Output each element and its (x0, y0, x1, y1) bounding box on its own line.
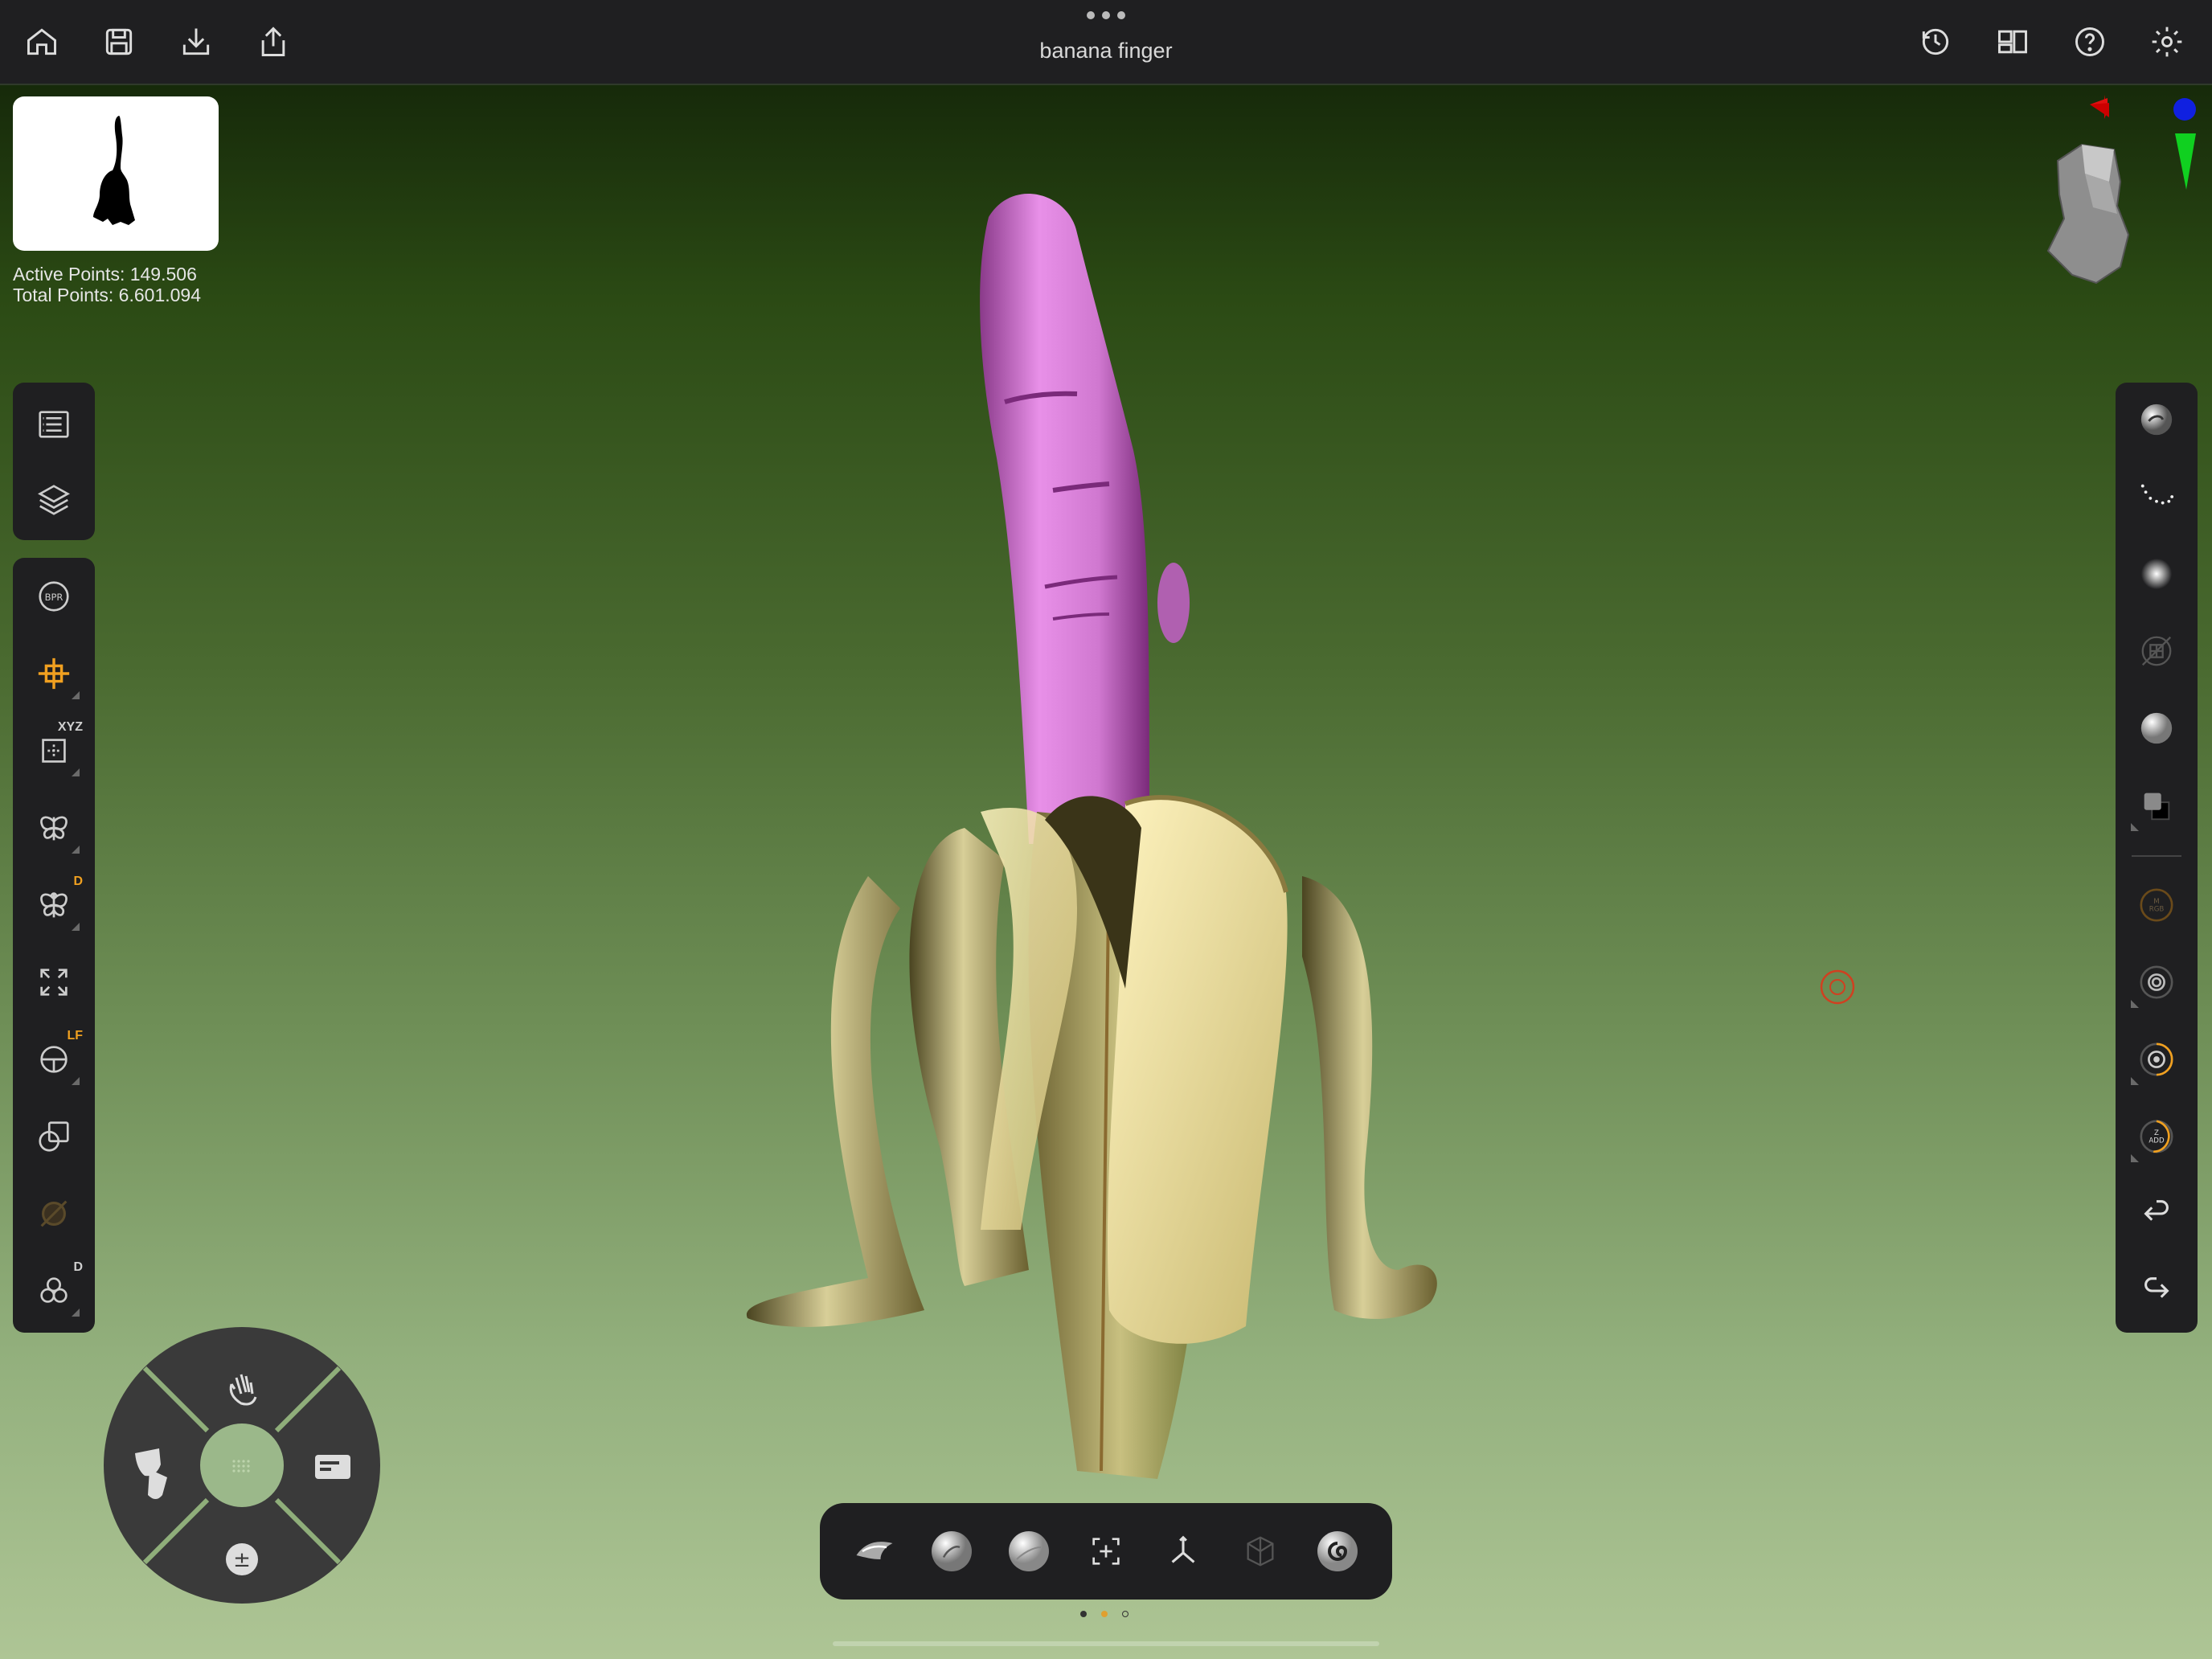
active-points: Active Points: 149.506 (13, 264, 197, 285)
m-rgb-icon[interactable]: M RGB (2124, 873, 2189, 937)
history-icon[interactable] (1911, 18, 1960, 66)
gizmo-icon[interactable] (22, 641, 86, 706)
menu-icon[interactable] (315, 1455, 350, 1479)
frame-badge: XYZ (57, 720, 83, 734)
save-icon[interactable] (95, 18, 143, 66)
home-icon[interactable] (18, 18, 66, 66)
left-panel-main: BPR XYZ D LF D (13, 558, 95, 1333)
svg-text:BPR: BPR (45, 592, 63, 603)
settings-icon[interactable] (2143, 18, 2191, 66)
sphere-material-icon[interactable] (2124, 696, 2189, 760)
svg-text:±: ± (233, 1548, 251, 1572)
point-stats: Active Points: 149.506 Total Points: 6.6… (13, 264, 201, 305)
page-dot-active[interactable] (1101, 1611, 1108, 1617)
document-title: banana finger (1039, 39, 1173, 63)
focal-icon[interactable] (2124, 1027, 2189, 1092)
plus-minus-icon[interactable]: ± (226, 1543, 258, 1575)
more-options-icon[interactable] (1087, 11, 1125, 24)
color-swatch-icon[interactable] (2124, 773, 2189, 838)
material-icon[interactable] (2124, 387, 2189, 452)
move-brush-icon[interactable] (997, 1519, 1061, 1583)
symmetry-icon[interactable] (22, 796, 86, 860)
perspective-badge: LF (67, 1029, 83, 1043)
perspective-icon[interactable]: LF (22, 1027, 86, 1092)
frame-fit-icon[interactable] (22, 950, 86, 1014)
solo-icon[interactable]: D (22, 1259, 86, 1323)
home-indicator (833, 1641, 1379, 1646)
layout-icon[interactable] (1989, 18, 2037, 66)
page-indicator (1080, 1611, 1129, 1617)
import-icon[interactable] (172, 18, 220, 66)
transpose-icon[interactable] (1151, 1519, 1215, 1583)
quick-menu-dpad: ± (104, 1327, 380, 1604)
divider (2132, 855, 2181, 857)
svg-text:RGB: RGB (2149, 906, 2165, 914)
transp-icon[interactable] (22, 1182, 86, 1246)
left-panel-top (13, 383, 95, 540)
page-dot[interactable] (1080, 1611, 1087, 1617)
solo-badge: D (73, 1260, 83, 1274)
spiral-icon[interactable] (1305, 1519, 1370, 1583)
texture-icon[interactable] (2124, 619, 2189, 683)
subtools-icon[interactable] (22, 468, 86, 532)
tool-palette-icon[interactable] (22, 392, 86, 457)
top-bar: banana finger (0, 0, 2212, 85)
zadd-icon[interactable]: Z ADD (2124, 1104, 2189, 1169)
svg-text:ADD: ADD (2149, 1137, 2165, 1145)
alpha-icon[interactable] (2124, 542, 2189, 606)
page-dot[interactable] (1122, 1611, 1129, 1617)
frame-icon[interactable]: XYZ (22, 719, 86, 783)
redo-icon[interactable] (2124, 1259, 2189, 1323)
dynamic-symmetry-icon[interactable]: D (22, 873, 86, 937)
clay-brush-icon[interactable] (920, 1519, 984, 1583)
brush-toolbar (820, 1503, 1392, 1600)
help-icon[interactable] (2066, 18, 2114, 66)
share-icon[interactable] (249, 18, 297, 66)
right-panel: M RGB Z ADD (2116, 383, 2198, 1333)
brush-cursor-icon (1820, 969, 1855, 1005)
stroke-icon[interactable] (2124, 465, 2189, 529)
standard-brush-icon[interactable] (842, 1519, 907, 1583)
svg-text:M: M (2153, 898, 2159, 906)
dynamesh-icon[interactable] (1228, 1519, 1292, 1583)
polyframe-icon[interactable] (22, 1104, 86, 1169)
total-points: Total Points: 6.601.094 (13, 285, 201, 305)
draw-size-icon[interactable] (2124, 950, 2189, 1014)
select-icon[interactable] (1074, 1519, 1138, 1583)
svg-text:Z: Z (2154, 1129, 2159, 1137)
dynamic-symmetry-badge: D (73, 875, 83, 888)
model-thumbnail[interactable] (13, 96, 219, 251)
bpr-icon[interactable]: BPR (22, 564, 86, 629)
silhouette-icon (93, 116, 135, 225)
undo-icon[interactable] (2124, 1182, 2189, 1246)
viewport-model[interactable] (739, 185, 1447, 1503)
navigation-head-gizmo[interactable] (2009, 88, 2202, 305)
